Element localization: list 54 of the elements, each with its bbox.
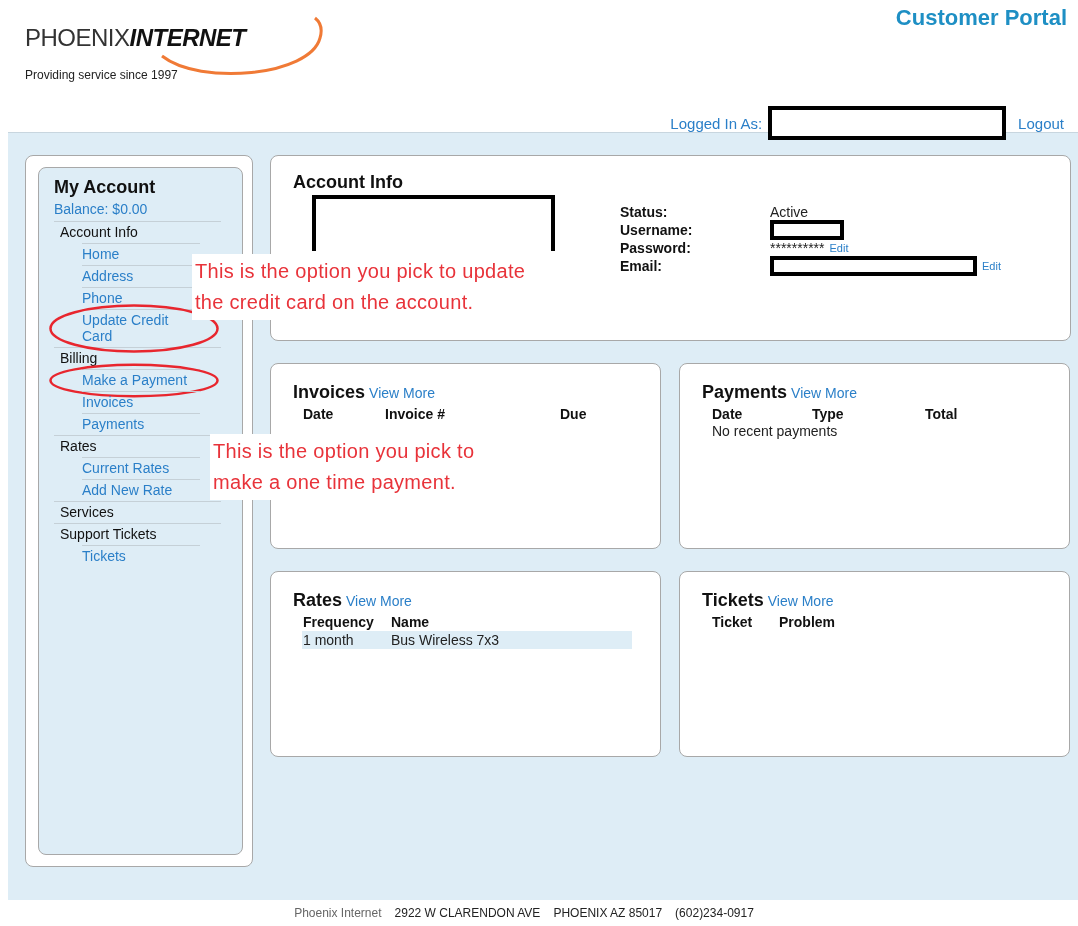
field-label: Status: <box>620 204 669 220</box>
footer-company: Phoenix Internet <box>294 906 382 920</box>
view-more-link[interactable]: View More <box>346 593 412 609</box>
column-header: Type <box>811 405 845 423</box>
menu-item[interactable]: Address <box>82 268 134 284</box>
footer-address: 2922 W CLARENDON AVE <box>394 906 541 920</box>
column-header: Date <box>711 405 744 423</box>
field-value: Active <box>770 204 809 220</box>
menu-item[interactable]: Home <box>82 246 120 262</box>
column-header: Date <box>302 405 335 423</box>
column-header: Problem <box>778 613 836 631</box>
field-label: Email: <box>620 258 663 274</box>
column-header: Name <box>390 613 632 631</box>
column-header: Invoice # <box>384 405 446 423</box>
footer-phone: (602)234-0917 <box>675 906 754 920</box>
menu-item[interactable]: Current Rates <box>82 460 170 476</box>
edit-link[interactable]: Edit <box>829 242 849 254</box>
table-cell: 1 month <box>302 631 390 649</box>
menu-section[interactable]: Rates <box>60 438 97 454</box>
panel-title: Account Info <box>293 172 404 193</box>
column-header: Total <box>924 405 959 423</box>
menu-item[interactable]: Invoices <box>82 394 134 410</box>
menu-section[interactable]: Services <box>60 504 114 520</box>
menu-section[interactable]: Account Info <box>60 224 138 240</box>
field-value: ********** <box>770 240 825 256</box>
view-more-link[interactable]: View More <box>369 385 435 401</box>
tagline: Providing service since 1997 <box>25 68 178 82</box>
footer-city: PHOENIX AZ 85017 <box>553 906 663 920</box>
logout-link[interactable]: Logout <box>1018 114 1064 132</box>
panel-title: Payments <box>702 382 788 403</box>
portal-title: Customer Portal <box>895 5 1067 31</box>
view-more-link[interactable]: View More <box>767 593 834 609</box>
empty-message: No recent payments <box>712 423 839 439</box>
view-more-link[interactable]: View More <box>791 385 857 401</box>
panel-title: Rates <box>293 590 343 611</box>
menu-item[interactable]: Phone <box>82 290 123 306</box>
field-label: Username: <box>620 222 694 238</box>
field-label: Password: <box>620 240 692 256</box>
panel-title: Invoices <box>293 382 366 403</box>
menu-item[interactable]: Add New Rate <box>82 482 173 498</box>
edit-link[interactable]: Edit <box>982 260 1001 272</box>
table-cell: Bus Wireless 7x3 <box>390 631 632 649</box>
logged-in-label: Logged In As: <box>670 114 763 132</box>
logo-wordmark: PHOENIXINTERNET <box>25 23 246 53</box>
menu-section[interactable]: Billing <box>60 350 98 366</box>
panel-title: Tickets <box>702 590 764 611</box>
column-header: Due <box>559 405 588 423</box>
column-header: Frequency <box>302 613 390 631</box>
menu-section[interactable]: Support Tickets <box>60 526 157 542</box>
menu-item[interactable]: Payments <box>82 416 145 432</box>
sidebar-title: My Account <box>54 177 157 198</box>
balance-text: Balance: $0.00 <box>54 201 149 217</box>
column-header: Ticket <box>711 613 754 631</box>
menu-item[interactable]: Tickets <box>82 548 126 564</box>
